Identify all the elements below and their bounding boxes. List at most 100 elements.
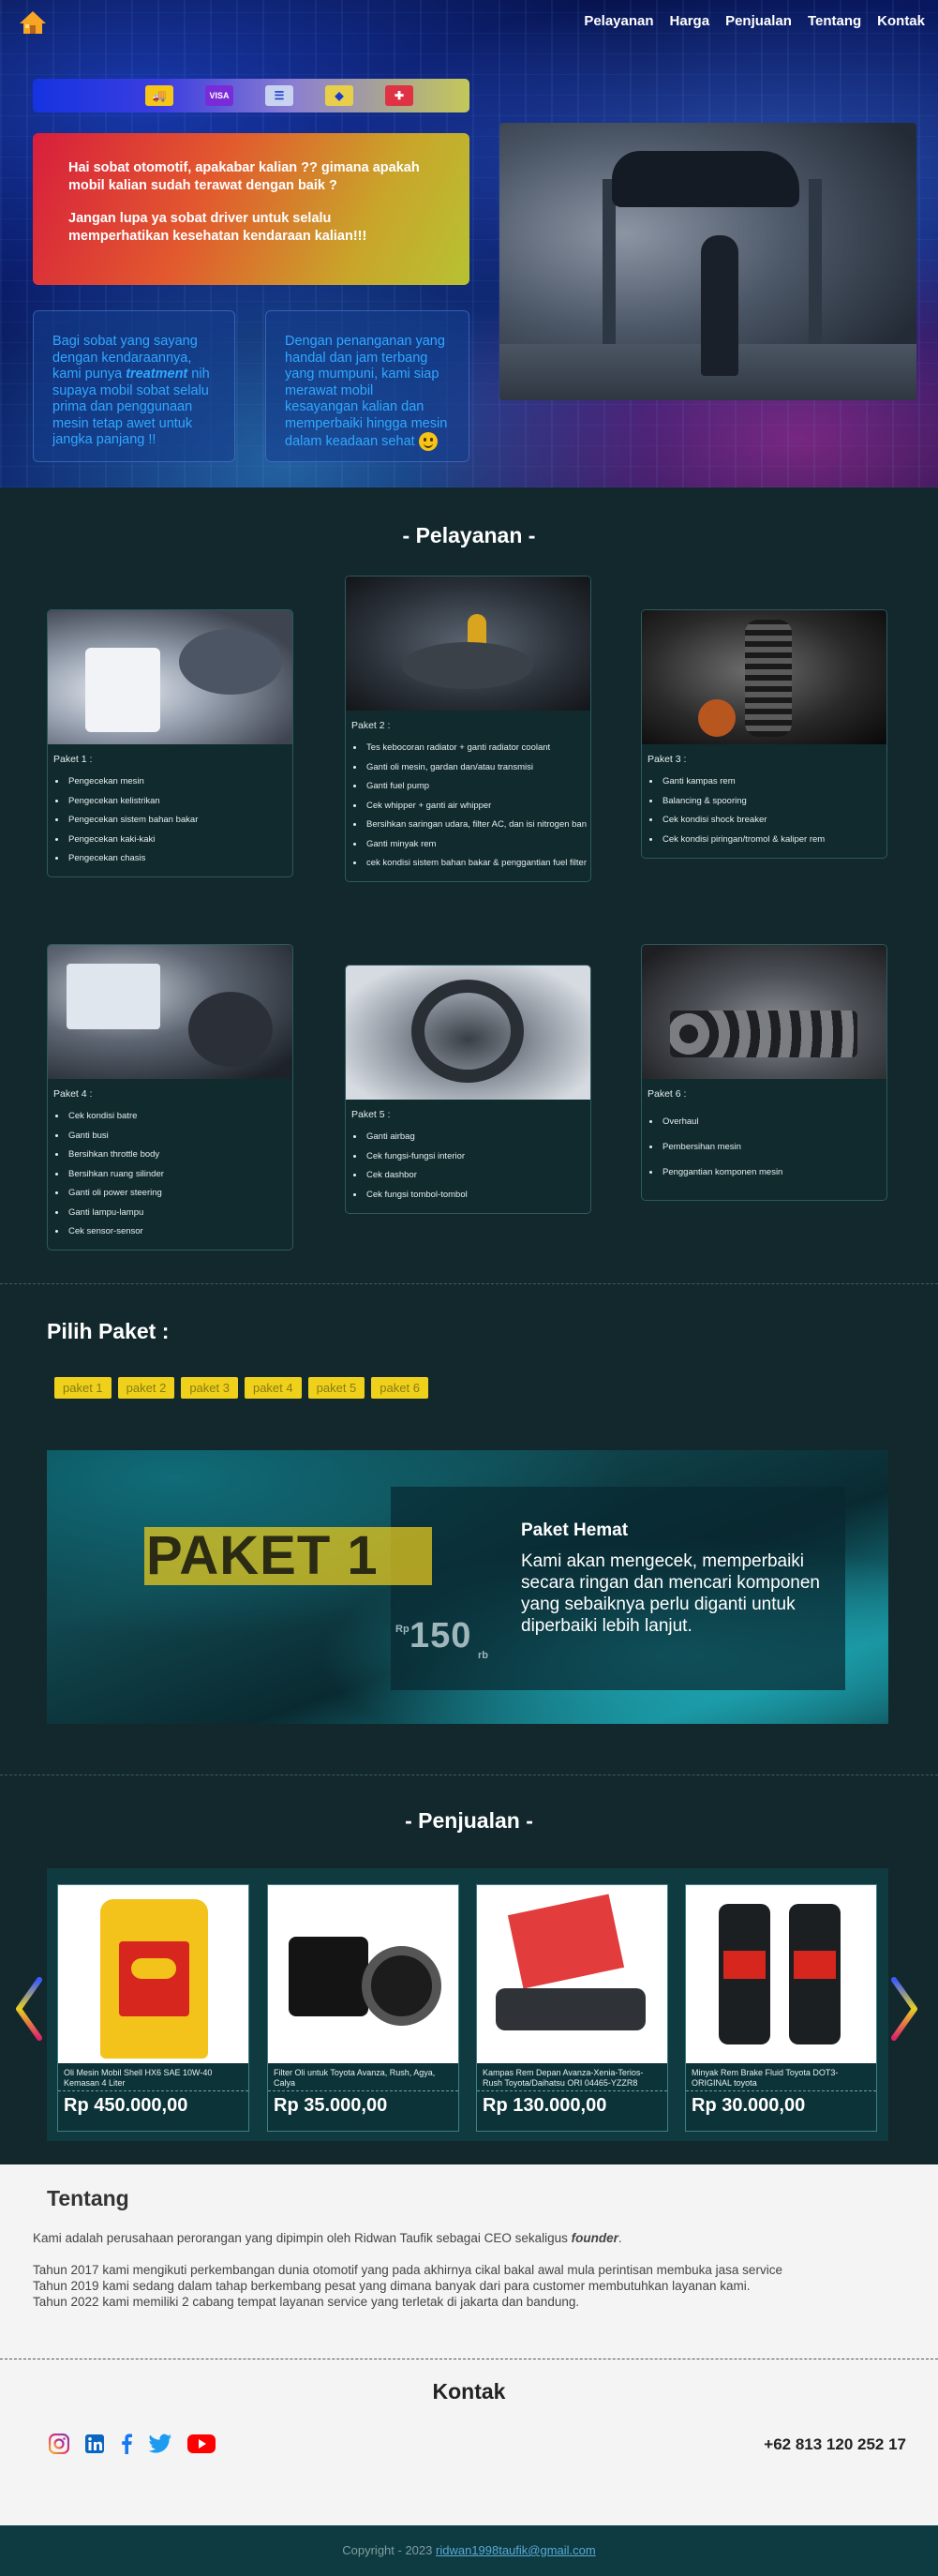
service-photo bbox=[346, 577, 590, 711]
about-paragraph: Kami adalah perusahaan perorangan yang d… bbox=[33, 2230, 622, 2246]
info-text: Dengan penanganan yang handal dan jam te… bbox=[285, 334, 448, 449]
nav-link-kontak[interactable]: Kontak bbox=[877, 13, 925, 29]
service-item: Cek kondisi batre bbox=[67, 1111, 292, 1121]
pelayanan-title: - Pelayanan - bbox=[402, 523, 536, 547]
service-item: Bersihkan saringan udara, filter AC, dan… bbox=[365, 819, 590, 830]
service-list: Ganti kampas rem Balancing & spooring Ce… bbox=[661, 776, 886, 845]
social-links bbox=[49, 2434, 216, 2454]
service-card-3[interactable]: Paket 3 : Ganti kampas rem Balancing & s… bbox=[641, 609, 887, 859]
service-list: Cek kondisi batre Ganti busi Bersihkan t… bbox=[67, 1111, 292, 1236]
phone-number: +62 813 120 252 17 bbox=[764, 2435, 906, 2453]
tab-paket-4[interactable]: paket 4 bbox=[244, 1377, 302, 1399]
service-item: Tes kebocoran radiator + ganti radiator … bbox=[365, 742, 590, 753]
greeting-text-2: Jangan lupa ya sobat driver untuk selalu… bbox=[68, 211, 367, 244]
home-icon[interactable] bbox=[19, 9, 47, 36]
product-price: Rp 35.000,00 bbox=[274, 2095, 388, 2116]
tab-paket-5[interactable]: paket 5 bbox=[307, 1377, 365, 1399]
package-label: Paket 4 : bbox=[53, 1088, 93, 1100]
twitter-icon[interactable] bbox=[148, 2434, 172, 2454]
about-history-2022: Tahun 2022 kami memiliki 2 cabang tempat… bbox=[33, 2295, 580, 2309]
paket-tabs: paket 1 paket 2 paket 3 paket 4 paket 5 … bbox=[54, 1377, 428, 1399]
service-photo bbox=[346, 966, 590, 1100]
service-item: Ganti minyak rem bbox=[365, 839, 590, 849]
service-card-4[interactable]: Paket 4 : Cek kondisi batre Ganti busi B… bbox=[47, 944, 293, 1251]
product-carousel: Oli Mesin Mobil Shell HX6 SAE 10W-40 Kem… bbox=[47, 1868, 888, 2141]
tab-paket-1[interactable]: paket 1 bbox=[54, 1377, 112, 1399]
tab-paket-3[interactable]: paket 3 bbox=[181, 1377, 238, 1399]
about-text: Kami adalah perusahaan perorangan yang d… bbox=[33, 2231, 572, 2245]
nav-links: Pelayanan Harga Penjualan Tentang Kontak bbox=[584, 13, 925, 29]
copyright-text: Copyright - 2023 bbox=[342, 2543, 433, 2557]
section-divider bbox=[0, 1283, 938, 1284]
workshop-photo bbox=[499, 123, 916, 400]
about-text: . bbox=[618, 2231, 622, 2245]
service-photo bbox=[48, 945, 292, 1079]
top-nav: Pelayanan Harga Penjualan Tentang Kontak bbox=[0, 0, 938, 45]
service-card-2[interactable]: Paket 2 : Tes kebocoran radiator + ganti… bbox=[345, 576, 591, 882]
price-value: 150 bbox=[409, 1616, 472, 1655]
service-list: Overhaul Pembersihan mesin Penggantian k… bbox=[661, 1116, 886, 1177]
package-label: Paket 5 : bbox=[351, 1109, 391, 1120]
tab-paket-6[interactable]: paket 6 bbox=[371, 1377, 428, 1399]
service-item: Ganti oli power steering bbox=[67, 1188, 292, 1198]
instagram-icon[interactable] bbox=[49, 2434, 69, 2454]
tag-icon: ◆ bbox=[325, 85, 353, 106]
nav-link-pelayanan[interactable]: Pelayanan bbox=[584, 13, 653, 29]
package-label: Paket 3 : bbox=[648, 754, 687, 765]
product-price: Rp 30.000,00 bbox=[692, 2095, 806, 2116]
mechanic bbox=[701, 235, 738, 376]
service-item: Ganti oli mesin, gardan dan/atau transmi… bbox=[365, 762, 590, 772]
smile-emoji-icon bbox=[418, 432, 438, 451]
service-card-6[interactable]: Paket 6 : Overhaul Pembersihan mesin Pen… bbox=[641, 944, 887, 1201]
youtube-icon[interactable] bbox=[187, 2434, 216, 2454]
facebook-icon[interactable] bbox=[120, 2434, 133, 2454]
info-text-emphasis: treatment bbox=[126, 367, 188, 382]
service-item: Pengecekan chasis bbox=[67, 853, 292, 863]
service-item: Bersihkan ruang silinder bbox=[67, 1169, 292, 1179]
tab-paket-2[interactable]: paket 2 bbox=[117, 1377, 175, 1399]
product-price: Rp 130.000,00 bbox=[483, 2095, 607, 2116]
product-name: Oli Mesin Mobil Shell HX6 SAE 10W-40 Kem… bbox=[58, 2063, 248, 2091]
service-list: Tes kebocoran radiator + ganti radiator … bbox=[365, 742, 590, 868]
carousel-next-arrow-icon[interactable] bbox=[890, 1976, 920, 2042]
service-item: Cek kondisi shock breaker bbox=[661, 815, 886, 825]
nav-link-penjualan[interactable]: Penjualan bbox=[725, 13, 792, 29]
nav-link-harga[interactable]: Harga bbox=[670, 13, 710, 29]
product-card[interactable]: Minyak Rem Brake Fluid Toyota DOT3-ORIGI… bbox=[685, 1884, 877, 2132]
service-photo bbox=[48, 610, 292, 744]
service-card-1[interactable]: Paket 1 : Pengecekan mesin Pengecekan ke… bbox=[47, 609, 293, 877]
product-name: Kampas Rem Depan Avanza-Xenia-Terios-Rus… bbox=[477, 2063, 667, 2091]
service-item: Cek dashbor bbox=[365, 1170, 590, 1180]
nav-link-tentang[interactable]: Tentang bbox=[808, 13, 861, 29]
footer-email-link[interactable]: ridwan1998taufik@gmail.com bbox=[436, 2543, 596, 2557]
service-item: Penggantian komponen mesin bbox=[661, 1167, 886, 1177]
service-item: Cek whipper + ganti air whipper bbox=[365, 801, 590, 811]
carousel-prev-arrow-icon[interactable] bbox=[13, 1976, 43, 2042]
greeting-box: Hai sobat otomotif, apakabar kalian ?? g… bbox=[33, 133, 469, 285]
truck-icon: 🚚 bbox=[145, 85, 173, 106]
service-item: Ganti lampu-lampu bbox=[67, 1207, 292, 1218]
service-item: Ganti fuel pump bbox=[365, 781, 590, 791]
service-list: Ganti airbag Cek fungsi-fungsi interior … bbox=[365, 1131, 590, 1200]
paket-detail-panel: PAKET 1 Rp 150 rb Paket Hemat Kami akan … bbox=[47, 1450, 888, 1724]
service-photo bbox=[642, 610, 886, 744]
service-item: Ganti busi bbox=[67, 1131, 292, 1141]
linkedin-icon[interactable] bbox=[84, 2434, 105, 2454]
service-item: Ganti airbag bbox=[365, 1131, 590, 1142]
product-card[interactable]: Filter Oli untuk Toyota Avanza, Rush, Ag… bbox=[267, 1884, 459, 2132]
product-card[interactable]: Oli Mesin Mobil Shell HX6 SAE 10W-40 Kem… bbox=[57, 1884, 249, 2132]
footer: Copyright - 2023 ridwan1998taufik@gmail.… bbox=[0, 2525, 938, 2576]
product-image bbox=[268, 1885, 458, 2063]
info-box-treatment: Bagi sobat yang sayang dengan kendaraann… bbox=[33, 310, 235, 462]
service-item: cek kondisi sistem bahan bakar & penggan… bbox=[365, 858, 590, 868]
service-item: Ganti kampas rem bbox=[661, 776, 886, 786]
product-name: Filter Oli untuk Toyota Avanza, Rush, Ag… bbox=[268, 2063, 458, 2091]
package-label: Paket 2 : bbox=[351, 720, 391, 731]
feature-icon-bar: 🚚 VISA ☰ ◆ ✚ bbox=[33, 79, 469, 112]
product-card[interactable]: Kampas Rem Depan Avanza-Xenia-Terios-Rus… bbox=[476, 1884, 668, 2132]
paket-title: Paket Hemat bbox=[521, 1520, 629, 1540]
service-item: Bersihkan throttle body bbox=[67, 1149, 292, 1160]
paket-desc-text: Kami akan mengecek, memperbaiki secara r… bbox=[521, 1551, 820, 1636]
service-card-5[interactable]: Paket 5 : Ganti airbag Cek fungsi-fungsi… bbox=[345, 965, 591, 1214]
product-image bbox=[686, 1885, 876, 2063]
